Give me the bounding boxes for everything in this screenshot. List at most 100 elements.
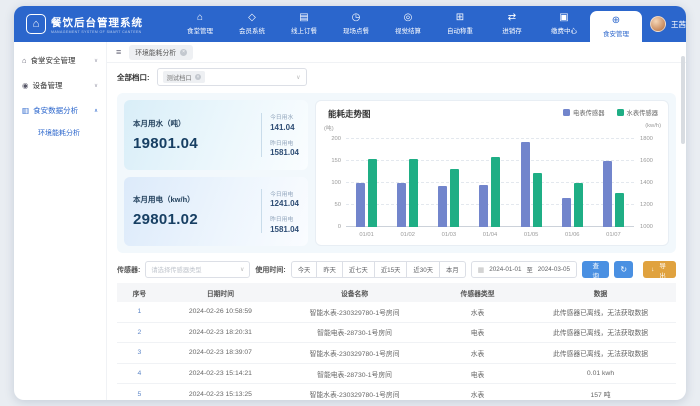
nav-item-自动称重[interactable]: ⊞自动称重 (434, 6, 486, 42)
right-axis-tick: 1200 (640, 202, 653, 208)
bar-group-01/03 (438, 139, 459, 227)
sidebar-item-label: 食安数据分析 (33, 105, 90, 116)
nav-item-label: 进销存 (502, 25, 522, 35)
nav-item-label: 视觉结算 (395, 25, 421, 35)
table-cell: 此传感器已离线，无法获取数据 (525, 302, 676, 322)
bar-电表传感器-01/04[interactable] (479, 185, 488, 227)
nav-item-现场点餐[interactable]: ◷现场点餐 (330, 6, 382, 42)
stat-card-divider (261, 189, 262, 233)
stat-cards: 本月用水（吨）19801.04今日用水141.04昨日用电1581.04本月用电… (124, 100, 308, 246)
nav-item-食安管理[interactable]: ⊕食安管理 (590, 11, 642, 42)
nav-item-缴费中心[interactable]: ▣缴费中心 (538, 6, 590, 42)
table-row[interactable]: 52024-02-23 15:13:25智能水表-230329780-1号房间水… (117, 384, 676, 400)
nav-item-进销存[interactable]: ⇄进销存 (486, 6, 538, 42)
right-axis-tick: 1600 (640, 158, 653, 164)
table-row[interactable]: 22024-02-23 18:20:31智能电表-28730-1号房间电表此传感… (117, 322, 676, 343)
stat-card-divider (261, 113, 262, 157)
stall-select[interactable]: 测试档口 × ∨ (157, 68, 307, 86)
sidebar-item-食安数据分析[interactable]: ▥食安数据分析∧ (14, 98, 106, 123)
stat-sub: 今日用水141.04 (270, 112, 299, 132)
sensor-filter-row: 传感器: 请选择传感器类型 ∨ 使用时间: 今天昨天近七天近15天近30天本月 … (107, 258, 686, 283)
stat-sub-value: 1241.04 (270, 199, 299, 208)
right-axis-unit: (kw/h) (645, 123, 661, 129)
tab-env-energy[interactable]: 环境能耗分析 × (129, 45, 193, 60)
table-row[interactable]: 32024-02-23 18:39:07智能水表-230329780-1号房间水… (117, 343, 676, 364)
quick-range-近30天[interactable]: 近30天 (407, 261, 440, 278)
table-cell: 智能电表-28730-1号房间 (279, 322, 430, 343)
quick-range-近15天[interactable]: 近15天 (375, 261, 408, 278)
table-header-日期时间: 日期时间 (162, 283, 279, 302)
nav-item-label: 现场点餐 (343, 25, 369, 35)
legend-item-电表传感器[interactable]: 电表传感器 (563, 108, 604, 117)
bar-水表传感器-01/07[interactable] (615, 193, 624, 227)
table-cell: 2 (117, 322, 162, 343)
table-cell: 2024-02-23 15:13:25 (162, 384, 279, 400)
table-cell: 3 (117, 343, 162, 364)
table-row[interactable]: 12024-02-26 10:58:59智能水表-230329780-1号房间水… (117, 302, 676, 322)
app-logo: ⌂ 餐饮后台管理系统 MANAGEMENT SYSTEM OF SMART CA… (14, 6, 174, 42)
sidebar-item-食堂安全管理[interactable]: ⌂食堂安全管理∨ (14, 48, 106, 73)
collapse-sidebar-icon[interactable]: ≡ (116, 47, 121, 57)
bar-电表传感器-01/05[interactable] (521, 142, 530, 227)
bar-水表传感器-01/06[interactable] (574, 183, 583, 227)
sidebar-item-设备管理[interactable]: ◉设备管理∨ (14, 73, 106, 98)
table-cell: 4 (117, 363, 162, 384)
bar-水表传感器-01/01[interactable] (368, 159, 377, 227)
quick-range-本月[interactable]: 本月 (440, 261, 466, 278)
scrollbar-thumb[interactable] (681, 56, 685, 144)
table-row[interactable]: 42024-02-23 15:14:21智能电表-28730-1号房间电表0.0… (117, 363, 676, 384)
quick-range-昨天[interactable]: 昨天 (317, 261, 343, 278)
tab-label: 环境能耗分析 (135, 47, 176, 57)
table-cell: 2024-02-23 15:14:21 (162, 363, 279, 384)
quick-range-近七天[interactable]: 近七天 (343, 261, 375, 278)
stat-card-main: 本月用电（kw/h）29801.02 (133, 194, 253, 228)
user-box[interactable]: 王茜茜，采购经理 ⋮ (642, 6, 686, 42)
食安管理-icon: ⊕ (612, 16, 620, 26)
bar-电表传感器-01/02[interactable] (397, 183, 406, 227)
bar-电表传感器-01/06[interactable] (562, 198, 571, 227)
table-cell: 此传感器已离线，无法获取数据 (525, 322, 676, 343)
stall-tag-close-icon[interactable]: × (195, 74, 202, 81)
user-avatar (650, 16, 666, 32)
quick-range-今天[interactable]: 今天 (291, 261, 318, 278)
x-axis-label: 01/01 (359, 232, 374, 238)
sidebar-subitem-环境能耗分析[interactable]: 环境能耗分析 (14, 123, 106, 143)
chevron-up-icon: ∧ (94, 108, 98, 114)
stat-sub-value: 1581.04 (270, 225, 299, 234)
bar-电表传感器-01/01[interactable] (356, 183, 365, 227)
bar-水表传感器-01/05[interactable] (533, 173, 542, 227)
scrollbar-track[interactable] (681, 46, 685, 396)
stat-card-title: 本月用水（吨） (133, 118, 253, 129)
bar-电表传感器-01/07[interactable] (603, 161, 612, 227)
export-button[interactable]: ↓ 导出 (643, 261, 676, 278)
refresh-button[interactable]: ↻ (614, 261, 633, 278)
nav-item-会员系统[interactable]: ◇会员系统 (226, 6, 278, 42)
legend-item-水表传感器[interactable]: 水表传感器 (617, 108, 658, 117)
date-range-input[interactable]: ▦ 2024-01-01 至 2024-03-05 (471, 261, 577, 278)
nav-item-线上订餐[interactable]: ▤线上订餐 (278, 6, 330, 42)
top-navbar: ⌂ 餐饮后台管理系统 MANAGEMENT SYSTEM OF SMART CA… (14, 6, 686, 42)
sensor-data-table: 序号日期时间设备名称传感器类型数据 12024-02-26 10:58:59智能… (117, 283, 676, 400)
bar-水表传感器-01/02[interactable] (409, 159, 418, 227)
bar-水表传感器-01/04[interactable] (491, 157, 500, 227)
会员系统-icon: ◇ (248, 13, 256, 23)
app-subtitle: MANAGEMENT SYSTEM OF SMART CANTEEN (51, 30, 143, 34)
sensor-type-select[interactable]: 请选择传感器类型 ∨ (145, 261, 250, 278)
table-cell: 水表 (430, 343, 525, 364)
table-cell: 2024-02-23 18:20:31 (162, 322, 279, 343)
nav-item-视觉结算[interactable]: ◎ 视觉结算 (382, 6, 434, 42)
left-axis-tick: 200 (331, 136, 341, 142)
bar-水表传感器-01/03[interactable] (450, 169, 459, 227)
chevron-down-icon: ∨ (296, 74, 300, 81)
right-axis-tick: 1000 (640, 224, 653, 230)
tab-close-icon[interactable]: × (180, 49, 187, 56)
legend-swatch (563, 109, 570, 116)
bar-电表传感器-01/03[interactable] (438, 186, 447, 227)
left-axis-tick: 100 (331, 180, 341, 186)
nav-item-食堂管理[interactable]: ⌂食堂管理 (174, 6, 226, 42)
x-axis-label: 01/07 (606, 232, 621, 238)
table-cell: 水表 (430, 302, 525, 322)
视觉结算-icon: ◎ (404, 13, 413, 23)
search-button[interactable]: 查询 (582, 261, 609, 278)
stat-sub: 昨日用电1581.04 (270, 138, 299, 158)
